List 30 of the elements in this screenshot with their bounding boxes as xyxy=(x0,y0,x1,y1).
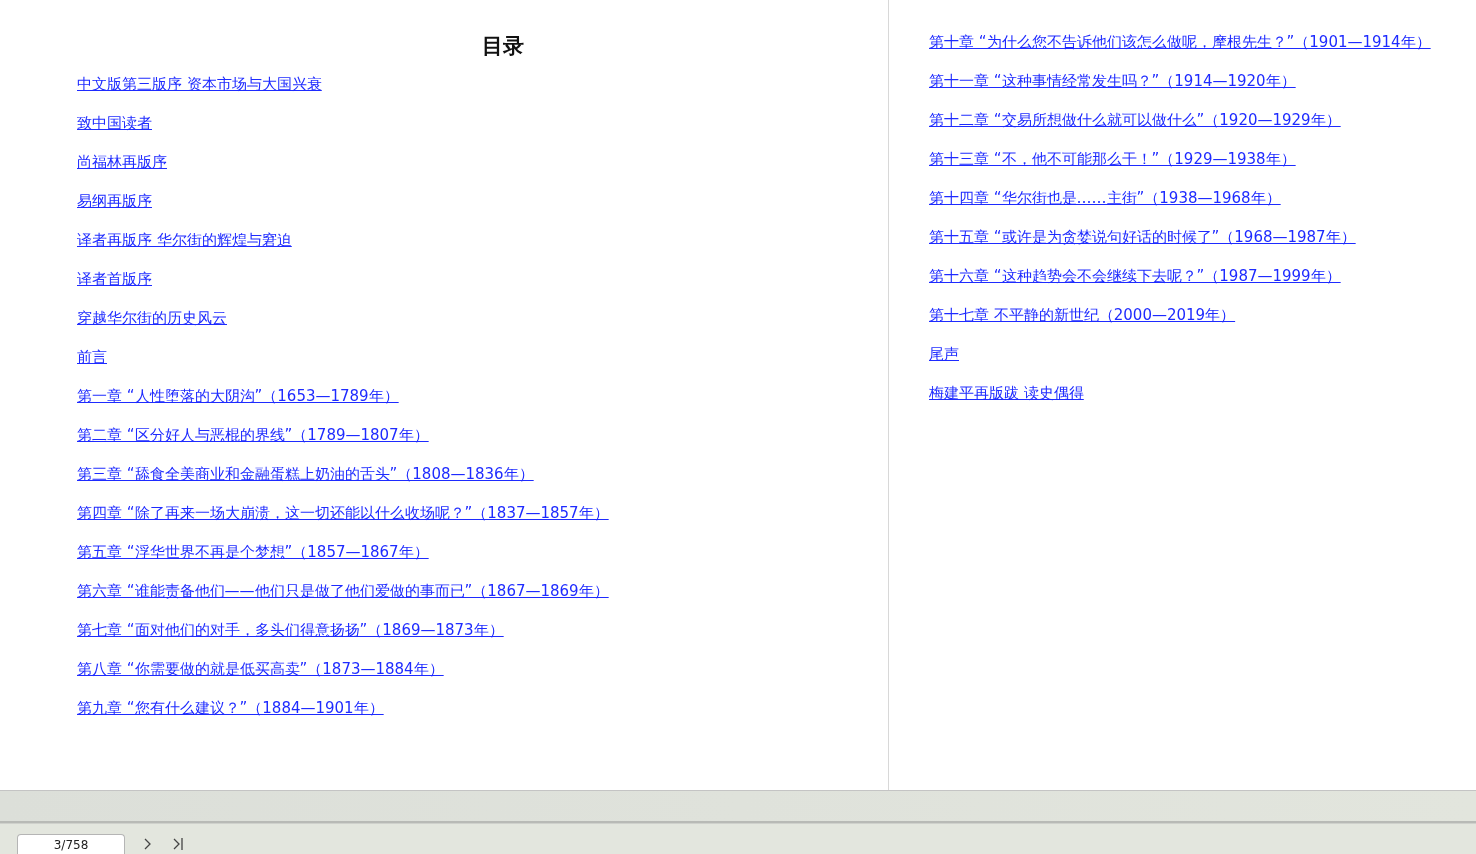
toc-link[interactable]: 穿越华尔街的历史风云 xyxy=(77,309,227,328)
page-number-field[interactable]: 3/758 xyxy=(17,834,125,854)
toc-link[interactable]: 前言 xyxy=(77,348,107,367)
toc-link[interactable]: 致中国读者 xyxy=(77,114,152,133)
toc-link[interactable]: 第二章 “区分好人与恶棍的界线”（1789—1807年） xyxy=(77,426,429,445)
toc-link[interactable]: 译者首版序 xyxy=(77,270,152,289)
toc-link[interactable]: 第八章 “你需要做的就是低买高卖”（1873—1884年） xyxy=(77,660,444,679)
toc-link[interactable]: 第三章 “舔食全美商业和金融蛋糕上奶油的舌头”（1808—1836年） xyxy=(77,465,534,484)
toc-link[interactable]: 梅建平再版跋 读史偶得 xyxy=(929,384,1084,403)
toc-link[interactable]: 尾声 xyxy=(929,345,959,364)
toc-link[interactable]: 第一章 “人性堕落的大阴沟”（1653—1789年） xyxy=(77,387,399,406)
toc-link[interactable]: 第十四章 “华尔街也是……主街”（1938—1968年） xyxy=(929,189,1281,208)
toc-link[interactable]: 第九章 “您有什么建议？”（1884—1901年） xyxy=(77,699,384,718)
last-page-icon[interactable] xyxy=(171,837,185,851)
toc-link[interactable]: 第六章 “谁能责备他们——他们只是做了他们爱做的事而已”（1867—1869年） xyxy=(77,582,609,601)
toc-link[interactable]: 第五章 “浮华世界不再是个梦想”（1857—1867年） xyxy=(77,543,429,562)
toc-link[interactable]: 尚福林再版序 xyxy=(77,153,167,172)
toc-link[interactable]: 易纲再版序 xyxy=(77,192,152,211)
contents-title: 目录 xyxy=(480,33,524,59)
toc-link[interactable]: 第十章 “为什么您不告诉他们该怎么做呢，摩根先生？”（1901—1914年） xyxy=(929,33,1431,52)
toc-link[interactable]: 第十七章 不平静的新世纪（2000—2019年） xyxy=(929,306,1236,325)
toc-link[interactable]: 第十五章 “或许是为贪婪说句好话的时候了”（1968—1987年） xyxy=(929,228,1356,247)
toc-link[interactable]: 中文版第三版序 资本市场与大国兴衰 xyxy=(77,75,322,94)
toc-link[interactable]: 第十三章 “不，他不可能那么干！”（1929—1938年） xyxy=(929,150,1296,169)
toc-link[interactable]: 第四章 “除了再来一场大崩溃，这一切还能以什么收场呢？”（1837—1857年） xyxy=(77,504,609,523)
toc-link[interactable]: 译者再版序 华尔街的辉煌与窘迫 xyxy=(77,231,292,250)
toc-link[interactable]: 第十一章 “这种事情经常发生吗？”（1914—1920年） xyxy=(929,72,1296,91)
toc-link[interactable]: 第七章 “面对他们的对手，多头们得意扬扬”（1869—1873年） xyxy=(77,621,504,640)
toc-link[interactable]: 第十六章 “这种趋势会不会继续下去呢？”（1987—1999年） xyxy=(929,267,1341,286)
toc-link[interactable]: 第十二章 “交易所想做什么就可以做什么”（1920—1929年） xyxy=(929,111,1341,130)
